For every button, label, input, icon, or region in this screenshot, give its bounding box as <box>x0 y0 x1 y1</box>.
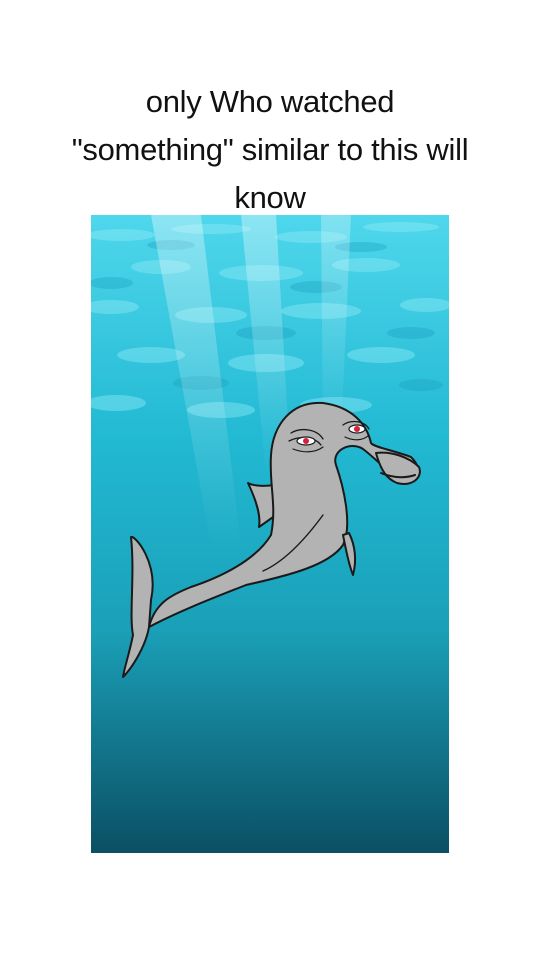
caption-text: only Who watched "something" similar to … <box>0 78 540 222</box>
underwater-scene <box>91 215 449 853</box>
caption-line-2: "something" similar to this will <box>71 132 469 167</box>
caption-line-1: only Who watched <box>145 84 395 119</box>
underwater-illustration <box>91 215 449 853</box>
